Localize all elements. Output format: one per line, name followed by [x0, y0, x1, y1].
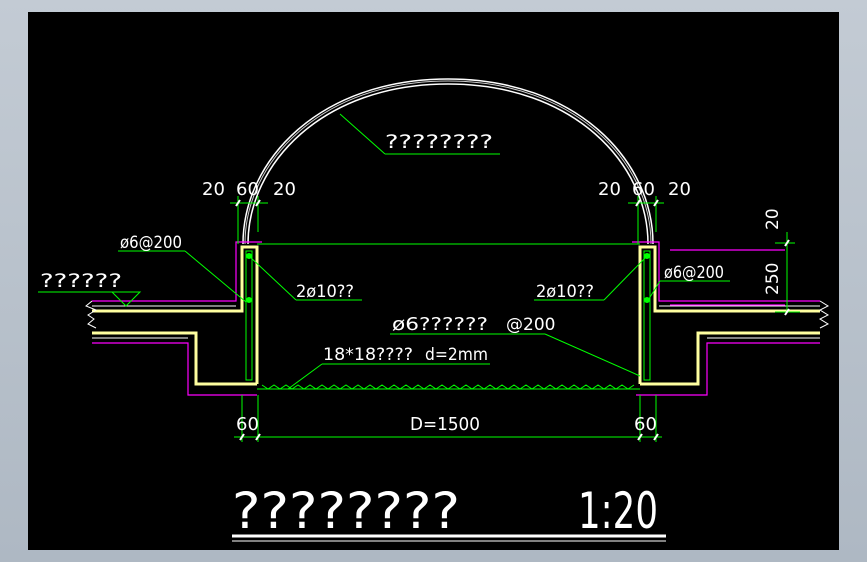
- dim-upper-label: 20: [763, 208, 783, 230]
- mesh-spacing-label: @200: [506, 315, 555, 335]
- edge-dim-right-1: 20: [598, 179, 621, 200]
- title-block: ???????? 1:20: [232, 482, 666, 542]
- wall-left-label: 60: [236, 414, 259, 435]
- dome-arch: [242, 78, 654, 245]
- mesh-label: ø6??????: [392, 314, 488, 335]
- edge-dim-left-3: 20: [273, 179, 296, 200]
- edge-dim-left-2: 60: [236, 179, 259, 200]
- drawing-title: ????????: [232, 482, 460, 540]
- cad-canvas[interactable]: ???????? 20 60 20 20 60 20 ø6@200 ??????…: [28, 12, 839, 550]
- stirrup-left-label: ø6@200: [120, 233, 182, 253]
- plate-thickness-label: d=2mm: [425, 345, 488, 365]
- stirrup-right-label: ø6@200: [664, 263, 724, 283]
- dome-material-label: ????????: [385, 131, 493, 153]
- wall-right-label: 60: [634, 414, 657, 435]
- cad-drawing: ???????? 20 60 20 20 60 20 ø6@200 ??????…: [38, 78, 830, 542]
- diameter-label: D=1500: [410, 414, 480, 435]
- bars-left-label: 2ø10??: [296, 282, 354, 302]
- edge-dim-left-1: 20: [202, 179, 225, 200]
- ground-finish-label: ??????: [40, 270, 122, 292]
- drawing-scale: 1:20: [578, 482, 658, 540]
- base-steel-plate: [257, 384, 640, 390]
- edge-dim-right-2: 60: [632, 179, 655, 200]
- bars-right-label: 2ø10??: [536, 282, 594, 302]
- dim-lower-label: 250: [763, 263, 783, 295]
- window-frame: ???????? 20 60 20 20 60 20 ø6@200 ??????…: [0, 0, 867, 562]
- steel-plate-label: 18*18????: [323, 345, 413, 365]
- edge-dim-right-3: 20: [668, 179, 691, 200]
